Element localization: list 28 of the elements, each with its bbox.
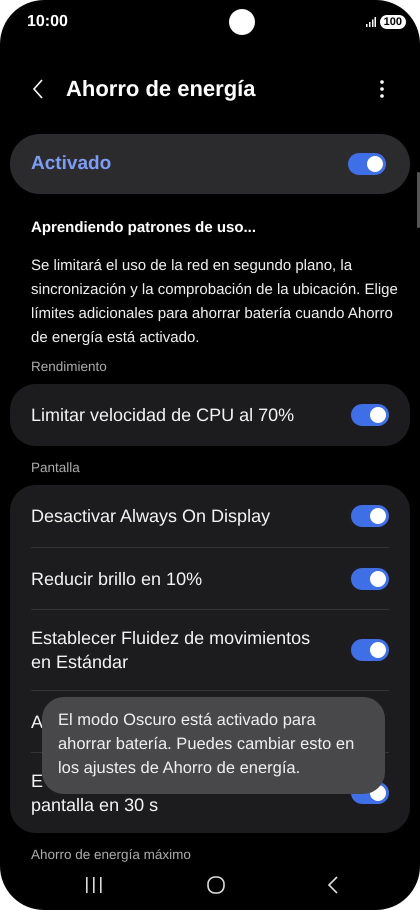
description-text: Se limitará el uso de la red en segundo plano, la sincronización y la comprobación de la ubicación. Elige límites adicionales para ahorrar batería cuando Ahorro de energía está activado. <box>30 256 399 348</box>
section-title: Pantalla <box>30 460 81 475</box>
status-time: 10:00 <box>27 13 68 31</box>
setting-label[interactable]: Establecer Fluidez de movimientos en Estándar <box>31 626 310 674</box>
section-title: Rendimiento <box>30 359 108 374</box>
info-toast: El modo Oscuro está activado para ahorrar batería. Puedes cambiar esto en los ajustes de Ahorro de energía. <box>42 697 385 794</box>
toggle-switch[interactable] <box>351 404 389 426</box>
setting-label[interactable]: Limitar velocidad de CPU al 70% <box>31 403 294 427</box>
page-title: Ahorro de energía <box>66 76 257 102</box>
section-title: Ahorro de energía máximo <box>30 847 192 862</box>
toggle-switch[interactable] <box>348 153 386 175</box>
back-icon[interactable] <box>328 876 338 894</box>
battery-level: 100 <box>380 15 406 29</box>
setting-label[interactable]: Reducir brillo en 10% <box>31 566 202 590</box>
setting-label[interactable]: A <box>31 710 44 734</box>
toggle-switch[interactable] <box>351 505 389 527</box>
more-options-icon[interactable] <box>380 80 384 98</box>
learning-title: Aprendiendo patrones de uso... <box>31 219 256 236</box>
camera-hole-icon <box>228 9 255 35</box>
home-icon[interactable] <box>206 876 224 894</box>
signal-icon <box>366 17 376 27</box>
master-switch-bar[interactable]: Activado <box>10 134 410 194</box>
scrollbar <box>417 172 420 228</box>
setting-label[interactable]: Desactivar Always On Display <box>31 504 270 528</box>
recent-apps-icon[interactable] <box>85 877 103 893</box>
toggle-switch[interactable] <box>351 568 389 590</box>
master-switch-label: Activado <box>31 153 112 175</box>
toggle-switch[interactable] <box>351 639 389 661</box>
